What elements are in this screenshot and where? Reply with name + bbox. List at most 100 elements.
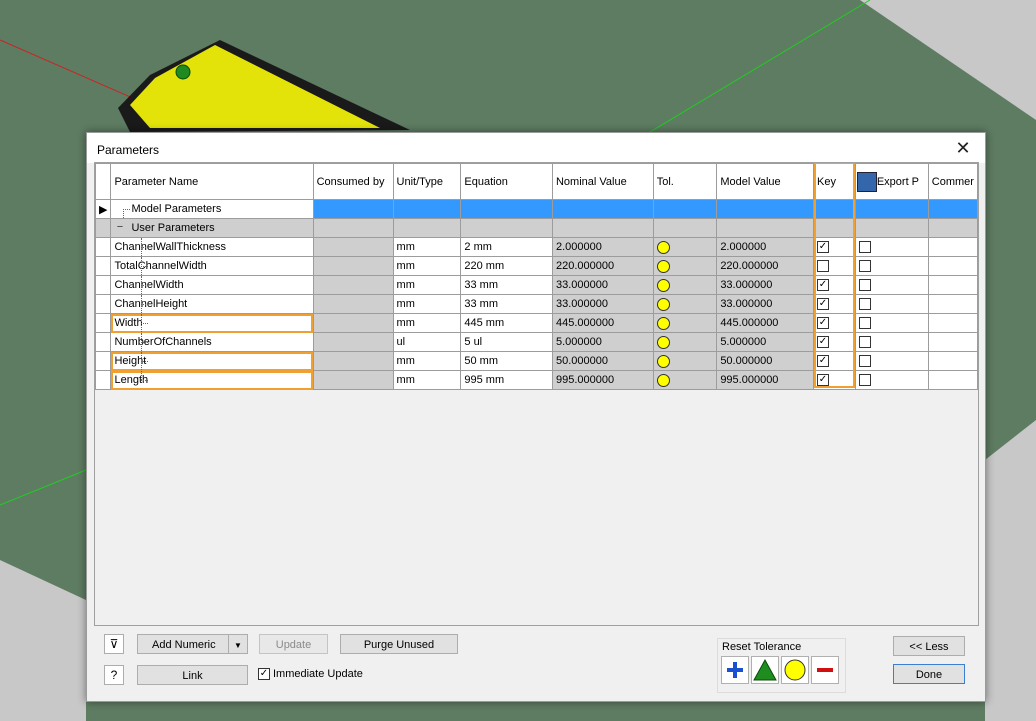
parameter-name-cell[interactable]: TotalChannelWidth <box>110 256 314 276</box>
tolerance-cell[interactable] <box>652 313 718 333</box>
table-row[interactable]: Width mm 445 mm 445.000000 445.000000 ✓ <box>95 313 978 333</box>
unit-cell[interactable]: mm <box>392 294 462 314</box>
parameter-name-cell[interactable]: Length <box>110 370 314 390</box>
tolerance-cell[interactable] <box>652 275 718 295</box>
col-header-equation[interactable]: Equation <box>460 163 553 200</box>
unit-cell[interactable]: mm <box>392 313 462 333</box>
comment-cell[interactable] <box>927 256 978 276</box>
col-header-parameter-name[interactable]: Parameter Name <box>110 163 314 200</box>
key-checkbox[interactable]: ✓ <box>817 355 829 368</box>
parameter-name-cell[interactable]: ChannelWidth <box>110 275 314 295</box>
table-row[interactable]: ChannelHeight mm 33 mm 33.000000 33.000000 ✓ <box>95 294 978 314</box>
row-indicator <box>95 313 112 333</box>
equation-cell[interactable]: 995 mm <box>460 370 553 390</box>
group-name-cell[interactable]: Model Parameters <box>110 199 314 219</box>
table-row[interactable]: TotalChannelWidth mm 220 mm 220.000000 220.0… <box>95 256 978 276</box>
tolerance-cell[interactable] <box>652 237 718 257</box>
tolerance-cell[interactable] <box>652 294 718 314</box>
comment-cell[interactable] <box>927 294 978 314</box>
col-header-model-value[interactable]: Model Value <box>716 163 814 200</box>
key-checkbox[interactable]: ✓ <box>817 241 829 254</box>
help-button[interactable]: ? <box>104 665 124 685</box>
median-tolerance-button[interactable] <box>751 656 779 684</box>
update-button[interactable]: Update <box>259 634 328 654</box>
col-header-key[interactable]: Key <box>813 163 856 200</box>
key-checkbox[interactable] <box>817 260 829 273</box>
add-numeric-button[interactable]: Add Numeric ▼ <box>137 634 248 654</box>
export-checkbox[interactable] <box>858 374 871 387</box>
unit-cell[interactable]: mm <box>392 370 462 390</box>
comment-cell[interactable] <box>927 313 978 333</box>
export-checkbox[interactable] <box>858 317 871 330</box>
export-checkbox[interactable] <box>858 279 871 292</box>
tolerance-cell[interactable] <box>652 332 718 352</box>
table-row[interactable]: Length mm 995 mm 995.000000 995.000000 ✓ <box>95 370 978 390</box>
group-name-cell[interactable]: − User Parameters <box>110 218 314 238</box>
export-checkbox[interactable] <box>858 336 871 349</box>
col-header-export[interactable]: Export P <box>854 163 929 200</box>
key-checkbox[interactable]: ✓ <box>817 298 829 311</box>
col-header-tolerance[interactable]: Tol. <box>652 163 718 200</box>
unit-cell[interactable]: mm <box>392 351 462 371</box>
export-checkbox[interactable] <box>858 241 871 254</box>
comment-cell[interactable] <box>927 370 978 390</box>
key-checkbox[interactable]: ✓ <box>817 279 829 292</box>
purge-unused-button[interactable]: Purge Unused <box>340 634 458 654</box>
key-cell: ✓ <box>813 275 856 295</box>
unit-cell[interactable]: mm <box>392 237 462 257</box>
equation-cell[interactable]: 50 mm <box>460 351 553 371</box>
immediate-update-checkbox[interactable]: ✓ Immediate Update <box>258 668 363 684</box>
collapse-minus-icon[interactable]: − <box>115 222 124 233</box>
col-header-unit-type[interactable]: Unit/Type <box>392 163 462 200</box>
equation-cell[interactable]: 33 mm <box>460 294 553 314</box>
done-button[interactable]: Done <box>893 664 965 684</box>
table-row[interactable]: NumberOfChannels ul 5 ul 5.000000 5.000000 ✓ <box>95 332 978 352</box>
close-button[interactable]: ✕ <box>953 139 973 159</box>
tolerance-cell[interactable] <box>652 256 718 276</box>
export-checkbox[interactable] <box>858 298 871 311</box>
parameter-name-cell[interactable]: ChannelWallThickness <box>110 237 314 257</box>
row-indicator <box>95 256 112 276</box>
tolerance-cell[interactable] <box>652 370 718 390</box>
parameter-name-cell[interactable]: NumberOfChannels <box>110 332 314 352</box>
col-header-nominal-value[interactable]: Nominal Value <box>551 163 654 200</box>
equation-cell[interactable]: 220 mm <box>460 256 553 276</box>
filter-button[interactable]: ⊽ <box>104 634 124 654</box>
key-checkbox[interactable]: ✓ <box>817 336 829 349</box>
table-row[interactable]: ChannelWallThickness mm 2 mm 2.000000 2.0000… <box>95 237 978 257</box>
key-checkbox[interactable]: ✓ <box>817 317 829 330</box>
table-row[interactable]: Height mm 50 mm 50.000000 50.000000 ✓ <box>95 351 978 371</box>
equation-cell[interactable]: 33 mm <box>460 275 553 295</box>
equation-cell[interactable]: 445 mm <box>460 313 553 333</box>
parameter-name-cell[interactable]: ChannelHeight <box>110 294 314 314</box>
key-cell: ✓ <box>813 294 856 314</box>
unit-cell[interactable]: mm <box>392 275 462 295</box>
equation-cell[interactable]: 5 ul <box>460 332 553 352</box>
upper-tolerance-button[interactable] <box>721 656 749 684</box>
unit-cell[interactable]: ul <box>392 332 462 352</box>
export-checkbox[interactable] <box>858 355 871 368</box>
export-checkbox[interactable] <box>858 260 871 273</box>
group-row-model-parameters[interactable]: ▶ Model Parameters <box>95 199 978 219</box>
col-header-consumed-by[interactable]: Consumed by <box>312 163 394 200</box>
nominal-value-cell: 995.000000 <box>551 370 654 390</box>
comment-cell[interactable] <box>927 275 978 295</box>
parameter-name-cell[interactable]: Width <box>110 313 314 333</box>
comment-cell[interactable] <box>927 351 978 371</box>
nominal-tolerance-button[interactable] <box>781 656 809 684</box>
immediate-update-check-icon[interactable]: ✓ <box>258 668 270 681</box>
unit-cell[interactable]: mm <box>392 256 462 276</box>
comment-cell[interactable] <box>927 332 978 352</box>
table-row[interactable]: ChannelWidth mm 33 mm 33.000000 33.000000 ✓ <box>95 275 978 295</box>
equation-cell[interactable]: 2 mm <box>460 237 553 257</box>
key-checkbox[interactable]: ✓ <box>817 374 829 387</box>
comment-cell[interactable] <box>927 237 978 257</box>
less-button[interactable]: << Less <box>893 636 965 656</box>
tolerance-cell[interactable] <box>652 351 718 371</box>
parameter-name-cell[interactable]: Height <box>110 351 314 371</box>
add-numeric-dropdown[interactable]: ▼ <box>228 635 247 653</box>
lower-tolerance-button[interactable] <box>811 656 839 684</box>
col-header-comment[interactable]: Commer <box>927 163 978 200</box>
link-button[interactable]: Link <box>137 665 248 685</box>
group-row-user-parameters[interactable]: − User Parameters <box>95 218 978 238</box>
